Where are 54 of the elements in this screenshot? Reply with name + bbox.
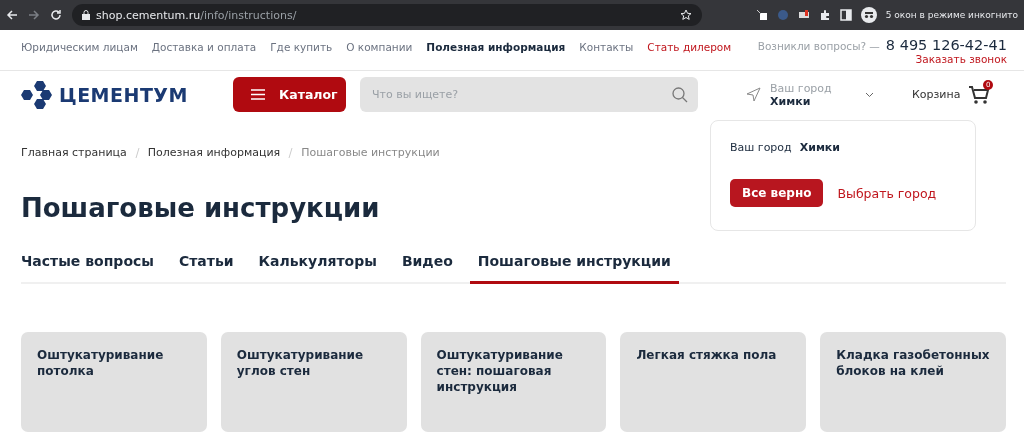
city-selector[interactable]: Ваш город Химки <box>746 81 874 108</box>
logo-text: ЦЕМЕНТУМ <box>59 83 188 106</box>
tab[interactable]: Статьи <box>178 253 234 284</box>
nav-link[interactable]: Полезная информация <box>426 41 566 53</box>
tab[interactable]: Пошаговые инструкции <box>469 253 679 284</box>
nav-link[interactable]: Контакты <box>579 41 634 53</box>
lock-icon <box>82 10 90 20</box>
confirm-city-button[interactable]: Все верно <box>730 179 824 207</box>
instruction-card[interactable]: Легкая стяжка пола <box>620 332 807 432</box>
tab[interactable]: Видео <box>401 253 453 284</box>
phone-link[interactable]: 8 495 126-42-41 <box>885 37 1007 53</box>
star-icon[interactable] <box>680 9 692 21</box>
instruction-card[interactable]: Оштукатуривание стен: пошаговая инструкция <box>420 332 607 432</box>
instruction-card[interactable]: Кладка газобетонных блоков на клей <box>820 332 1006 432</box>
extension-icon[interactable] <box>797 9 810 21</box>
search-field[interactable]: Что вы ищете? <box>360 77 698 112</box>
slash-separator-icon <box>134 147 140 158</box>
logo-icon <box>21 79 55 110</box>
cart-icon <box>968 84 991 105</box>
nav-link[interactable]: О компании <box>346 41 413 53</box>
tab[interactable]: Частые вопросы <box>21 253 154 284</box>
breadcrumb-link[interactable]: Главная страница <box>21 146 127 159</box>
nav-link[interactable]: Где купить <box>270 41 333 53</box>
url-host: shop.cementum.ru <box>96 8 201 22</box>
slash-separator-icon <box>288 147 294 158</box>
url-path: /info/instructions/ <box>200 8 297 22</box>
address-bar[interactable]: shop.cementum.ru/info/instructions/ <box>72 4 702 26</box>
tab[interactable]: Калькуляторы <box>258 253 377 284</box>
forward-icon[interactable] <box>28 9 40 21</box>
current-page-label: Пошаговые инструкции <box>301 146 440 159</box>
city-prompt: Ваш город <box>730 141 792 154</box>
callback-link[interactable]: Заказать звонок <box>915 53 1007 65</box>
breadcrumb-link[interactable]: Полезная информация <box>147 146 281 159</box>
puzzle-icon[interactable] <box>818 9 831 21</box>
menu-icon <box>251 89 265 100</box>
choose-city-link[interactable]: Выбрать город <box>837 185 937 201</box>
catalog-button[interactable]: Каталог <box>233 77 346 112</box>
chevron-down-icon <box>865 91 874 98</box>
extension-icon[interactable] <box>755 9 768 21</box>
instruction-card[interactable]: Оштукатуривание потолка <box>21 332 207 432</box>
questions-label: Возникли вопросы? — <box>757 40 880 52</box>
page-title: Пошаговые инструкции <box>21 193 380 225</box>
incognito-label: 5 окон в режиме инкогнито <box>885 10 1018 20</box>
side-panel-icon[interactable] <box>839 9 852 21</box>
incognito-icon <box>860 7 877 23</box>
instruction-card[interactable]: Оштукатуривание углов стен <box>220 332 407 432</box>
search-icon[interactable] <box>672 87 688 103</box>
location-arrow-icon <box>746 87 761 102</box>
city-name: Химки <box>799 141 841 154</box>
back-icon[interactable] <box>6 9 18 21</box>
nav-link[interactable]: Стать дилером <box>647 41 732 53</box>
nav-link[interactable]: Доставка и оплата <box>151 41 257 53</box>
nav-link[interactable]: Юридическим лицам <box>21 41 138 53</box>
reload-icon[interactable] <box>50 9 62 21</box>
